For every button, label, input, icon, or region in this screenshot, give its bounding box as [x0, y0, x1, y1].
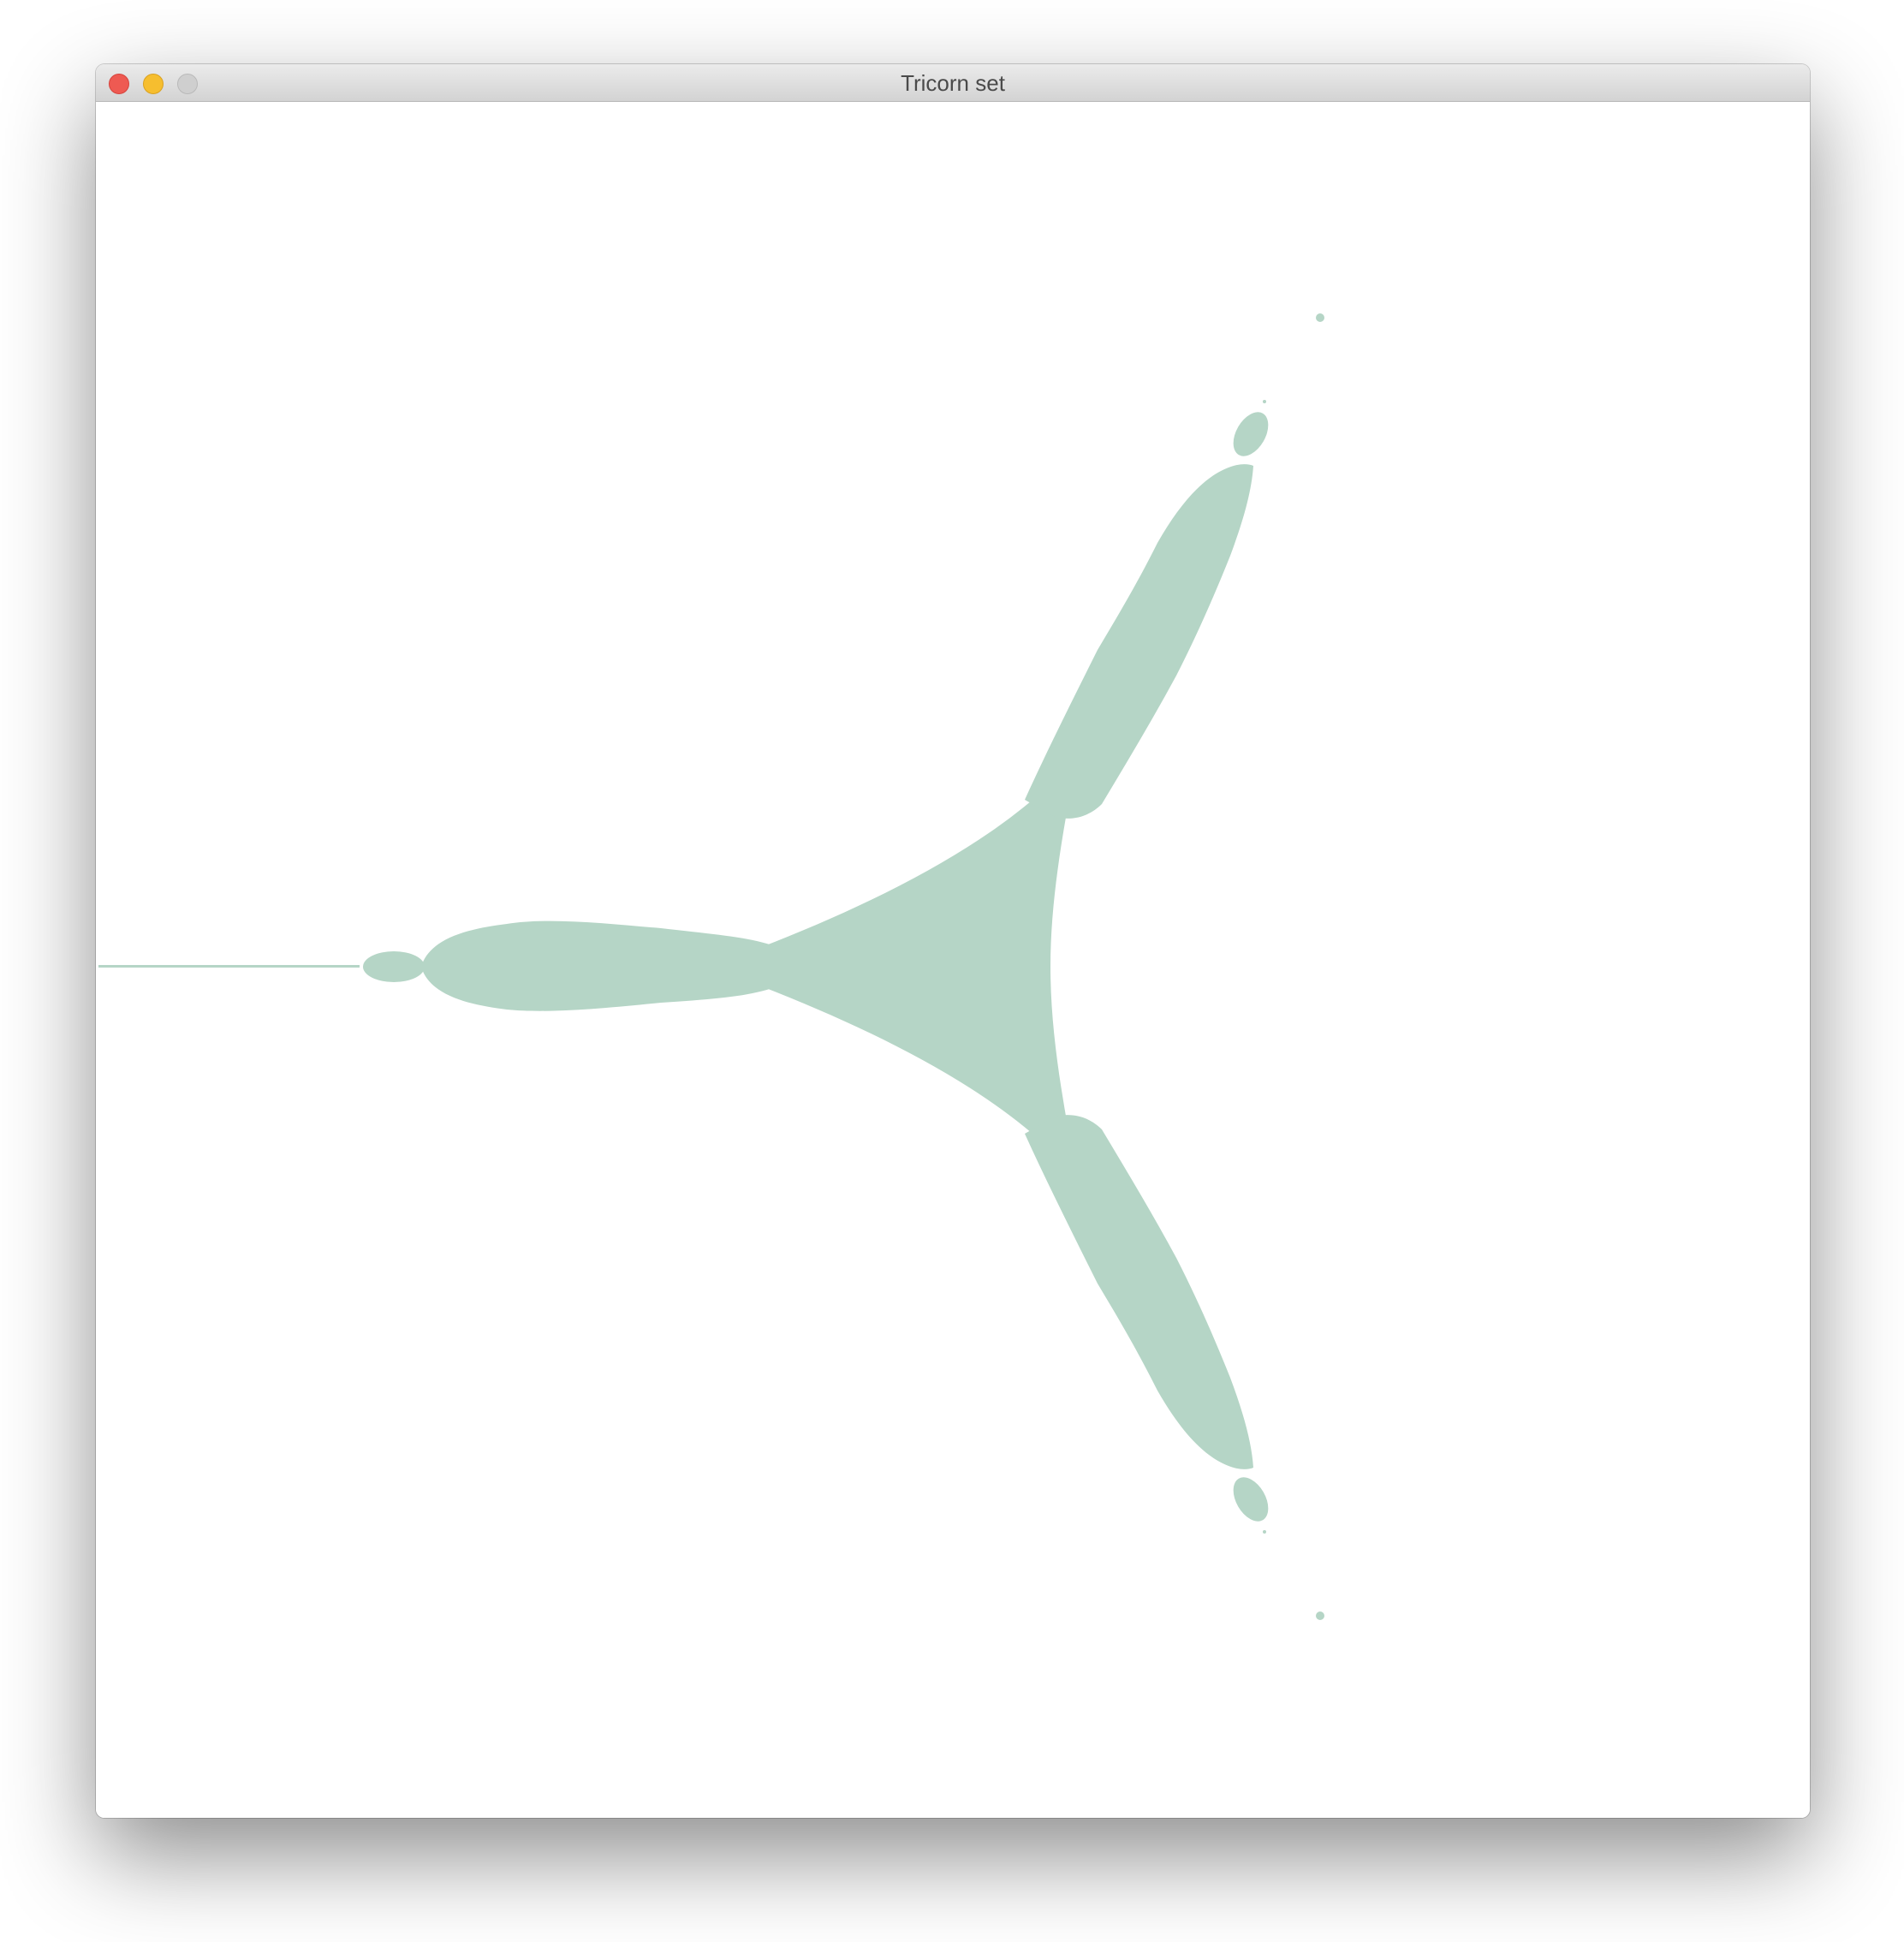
fractal-upper-bulb — [1233, 412, 1269, 456]
canvas-area[interactable] — [96, 102, 1810, 1818]
app-window: Tricorn set — [96, 64, 1810, 1818]
fractal-upper-arm — [1025, 464, 1253, 819]
fractal-satellite — [1316, 1611, 1324, 1620]
fractal-center-body — [755, 761, 1076, 1172]
window-title: Tricorn set — [901, 70, 1005, 96]
fractal-satellite — [1263, 400, 1266, 403]
fractal-satellite — [1263, 1530, 1266, 1534]
fractal-left-lobe — [421, 920, 772, 1011]
fractal-satellite — [1316, 313, 1324, 322]
fractal-small-bulb — [363, 951, 425, 982]
title-bar[interactable]: Tricorn set — [96, 64, 1810, 102]
fractal-lower-arm — [1025, 1115, 1253, 1469]
desktop: Tricorn set — [0, 0, 1904, 1942]
tricorn-fractal — [98, 313, 1324, 1620]
fractal-antenna — [98, 965, 360, 968]
fractal-lower-bulb — [1233, 1477, 1269, 1522]
